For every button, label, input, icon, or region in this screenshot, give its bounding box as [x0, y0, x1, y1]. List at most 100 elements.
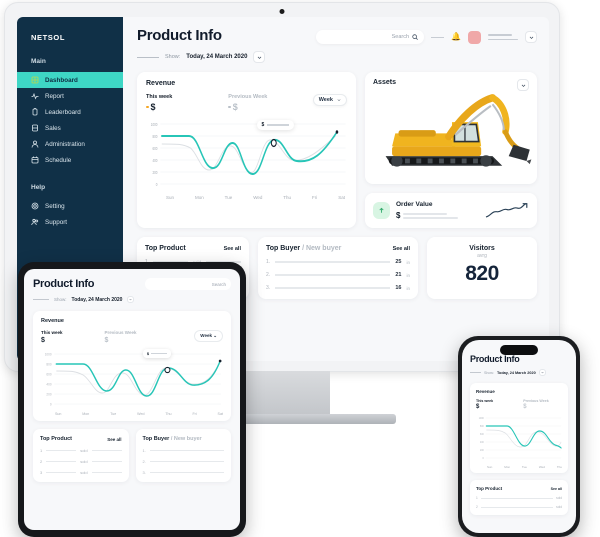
legend-dot	[228, 105, 231, 109]
revenue-title: Revenue	[41, 318, 64, 324]
tablet-top-product-card: Top Product See all 1 sold 2 sold 3 sold	[33, 429, 129, 482]
date-chevron-down-icon[interactable]	[253, 51, 266, 63]
list-item: 1 sold	[40, 448, 122, 453]
this-week-amount: $	[476, 404, 480, 410]
cards-row: Revenue This week $ Previous Week $ Week…	[137, 72, 537, 228]
svg-text:800: 800	[480, 425, 484, 428]
sales-icon	[31, 124, 39, 132]
x-tick: Mon	[82, 412, 90, 416]
legend-label: This week	[41, 330, 63, 335]
list-item: 2. 21 in	[266, 272, 410, 278]
list-item: 3 sold	[40, 470, 122, 475]
legend-this-week: This week $	[146, 94, 172, 112]
top-buyer-card: Top Buyer / New buyer See all 1. 25 in 2…	[258, 237, 418, 299]
sidebar-item-support[interactable]: Support	[17, 214, 123, 230]
this-week-amount: $	[41, 337, 45, 344]
visitors-subtitle: avrg	[477, 253, 487, 259]
range-selector[interactable]: Week	[312, 94, 347, 106]
topbar-actions: Search 🔔	[316, 27, 537, 44]
phone-top-product-card: Top Product See all 1 sold 2 sold	[470, 480, 568, 515]
x-tick: Mon	[194, 195, 204, 200]
list-item: 1 sold	[476, 496, 562, 500]
sidebar-item-label: Setting	[45, 202, 65, 210]
tablet-chart-tooltip: $	[142, 349, 172, 358]
date-filter: Show: Today, 24 March 2020	[137, 51, 537, 63]
list-item: 1.	[143, 448, 224, 453]
tablet-revenue-chart: 1000 800 600 400 200 0 $	[41, 349, 223, 411]
webcam-dot	[279, 9, 285, 14]
top-product-see-all[interactable]: See all	[107, 437, 121, 442]
sidebar-item-dashboard[interactable]: Dashboard	[17, 72, 123, 88]
svg-text:0: 0	[50, 402, 52, 406]
list-item: 3.	[143, 470, 224, 475]
svg-text:600: 600	[46, 372, 51, 376]
sidebar-item-leaderboard[interactable]: Leaderboard	[17, 104, 123, 120]
tablet-screen: Product Info Search Show: Today, 24 Marc…	[24, 269, 240, 530]
phone-notch	[500, 345, 538, 355]
sidebar-item-administration[interactable]: Administration	[17, 136, 123, 152]
topbar: Product Info Search 🔔	[137, 27, 537, 44]
unit: in	[406, 285, 410, 291]
top-buyer-title: Top Buyer / New buyer	[266, 245, 342, 252]
schedule-icon	[31, 156, 39, 164]
sidebar-section-main: Main	[31, 58, 46, 65]
tablet-search-input[interactable]: Search	[145, 278, 231, 290]
previous-week-amount: $	[232, 102, 238, 112]
date-chevron-down-icon[interactable]	[127, 296, 135, 303]
excavator-image	[385, 94, 532, 167]
visitors-title: Visitors	[469, 245, 495, 252]
top-product-title: Top Product	[476, 486, 503, 491]
revenue-card: Revenue This week $ Previous Week $ Week…	[137, 72, 356, 228]
search-placeholder: Search	[211, 281, 226, 287]
leaderboard-icon	[31, 108, 39, 116]
tablet-range-selector[interactable]: Week ⌄	[194, 330, 223, 342]
top-buyer-title: Top Buyer / New buyer	[142, 436, 202, 442]
sidebar-section-help: Help	[31, 184, 46, 191]
x-tick: Fri	[312, 195, 318, 200]
x-tick: Sun	[487, 465, 493, 469]
sidebar-item-sales[interactable]: Sales	[17, 120, 123, 136]
bell-icon[interactable]: 🔔	[451, 33, 461, 41]
rank: 1.	[266, 259, 271, 265]
previous-week-amount: $	[523, 404, 527, 410]
range-label: Week	[318, 97, 333, 103]
sidebar-item-schedule[interactable]: Schedule	[17, 152, 123, 168]
x-tick: Fri	[192, 412, 197, 416]
svg-text:0: 0	[156, 183, 158, 188]
search-input[interactable]: Search	[316, 30, 425, 44]
phone-chart-x-axis: Sun Mon Tue Wed Thu	[476, 465, 562, 469]
sidebar-item-setting[interactable]: Setting	[17, 198, 123, 214]
show-label: Show:	[54, 297, 67, 302]
legend-dot	[146, 105, 149, 109]
x-tick: Sun	[55, 412, 62, 416]
top-product-see-all[interactable]: See all	[551, 487, 562, 491]
svg-text:400: 400	[480, 441, 484, 444]
revenue-chart: 1000 800 600 400 200 0 $	[146, 118, 347, 194]
svg-text:800: 800	[46, 362, 51, 366]
chart-x-axis: Sun Mon Tue Wed Thu Fri Sat	[146, 195, 347, 200]
avatar[interactable]	[468, 30, 481, 44]
phone-page-title: Product Info	[470, 354, 520, 364]
svg-text:400: 400	[152, 159, 157, 164]
user-name-placeholder	[488, 34, 518, 40]
x-tick: Sat	[338, 195, 345, 200]
show-label: Show:	[165, 54, 181, 60]
sidebar-item-label: Sales	[45, 124, 61, 132]
search-icon	[412, 34, 418, 40]
x-tick: Tue	[224, 195, 233, 200]
visitors-value: 820	[465, 262, 499, 285]
date-chevron-down-icon[interactable]	[538, 369, 546, 376]
value: 21	[395, 272, 402, 278]
sidebar-item-report[interactable]: Report	[17, 88, 123, 104]
sidebar-item-label: Support	[45, 218, 68, 226]
list-item: 1. 25 in	[266, 259, 410, 265]
unit: in	[406, 259, 410, 265]
tooltip-value: $	[261, 122, 265, 128]
svg-text:0: 0	[483, 457, 485, 460]
svg-text:200: 200	[480, 449, 484, 452]
profile-chevron-down-icon[interactable]	[525, 31, 537, 43]
x-tick: Wed	[253, 195, 263, 200]
top-product-see-all[interactable]: See all	[224, 246, 241, 252]
svg-text:600: 600	[152, 147, 157, 152]
top-buyer-see-all[interactable]: See all	[393, 246, 410, 252]
